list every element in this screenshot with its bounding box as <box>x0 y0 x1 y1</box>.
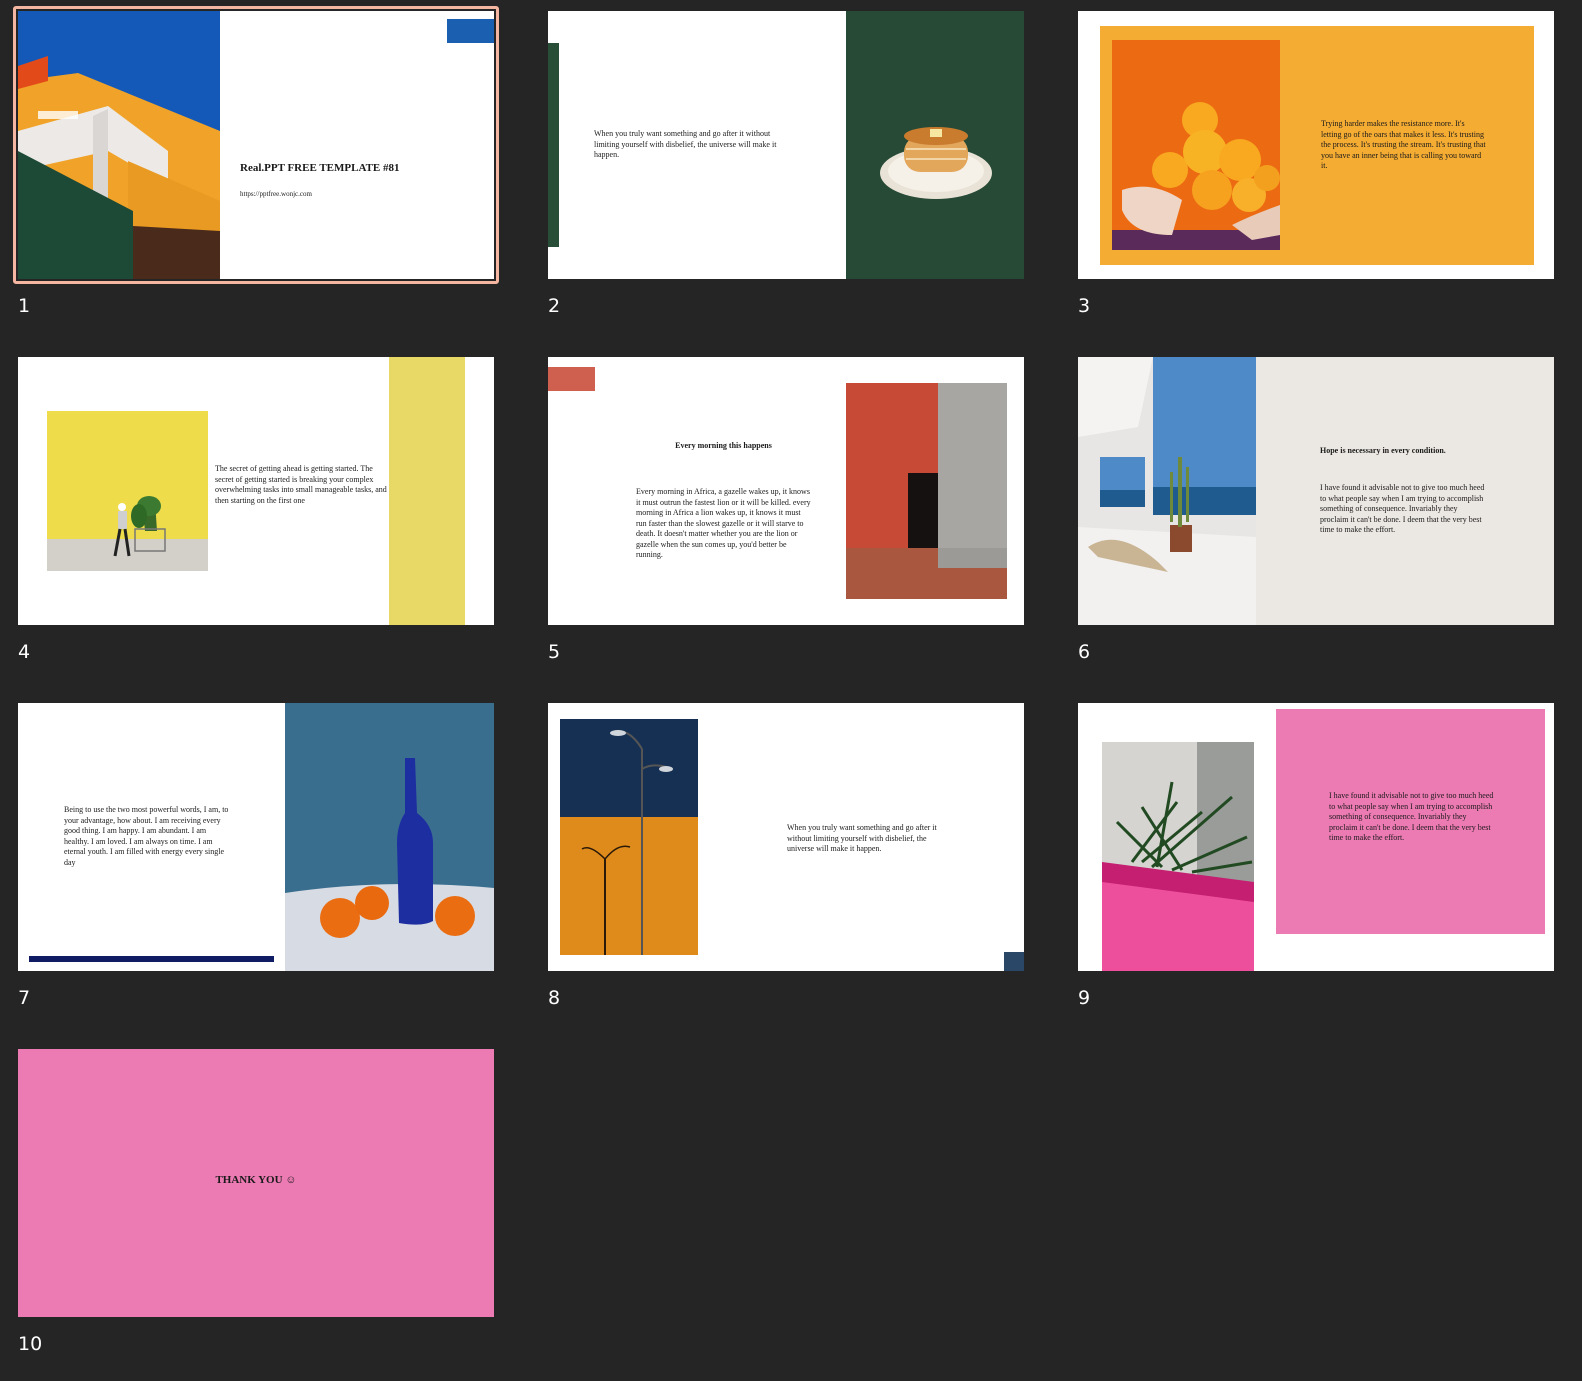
plant-photo <box>1102 742 1254 971</box>
slide-heading: Hope is necessary in every condition. <box>1320 446 1446 455</box>
slide-canvas: Hope is necessary in every condition. I … <box>1078 357 1554 625</box>
accent-bar <box>389 357 465 625</box>
accent-block <box>548 367 595 391</box>
slide-number: 6 <box>1078 641 1091 663</box>
slide-number: 5 <box>548 641 561 663</box>
accent-block <box>1004 952 1024 971</box>
slide-body: Every morning in Africa, a gazelle wakes… <box>636 487 811 559</box>
slide-canvas: The secret of getting ahead is getting s… <box>18 357 494 625</box>
slide-body: The secret of getting ahead is getting s… <box>215 464 387 505</box>
slide-body: When you truly want something and go aft… <box>594 129 777 159</box>
terrace-photo <box>1078 357 1256 625</box>
blue-bottle-photo <box>285 703 494 971</box>
oranges-photo <box>1112 40 1280 250</box>
slide-canvas: Real.PPT FREE TEMPLATE #81 https://pptfr… <box>18 11 494 279</box>
slide-url: https://pptfree.wonjc.com <box>240 190 312 198</box>
slide-canvas: Trying harder makes the resistance more.… <box>1078 11 1554 279</box>
slide-number: 1 <box>18 295 31 317</box>
slide-body: I have found it advisable not to give to… <box>1329 791 1494 842</box>
building-photo <box>18 11 220 279</box>
slide-canvas: I have found it advisable not to give to… <box>1078 703 1554 971</box>
slide-number: 2 <box>548 295 561 317</box>
slide-canvas: THANK YOU ☺ <box>18 1049 494 1317</box>
slide-number: 8 <box>548 987 561 1009</box>
slide-number: 10 <box>18 1333 43 1355</box>
slide-number: 3 <box>1078 295 1091 317</box>
slide-number: 9 <box>1078 987 1091 1009</box>
slide-title: Real.PPT FREE TEMPLATE #81 <box>240 162 400 174</box>
slide-body: Being to use the two most powerful words… <box>64 805 229 867</box>
slide-body: I have found it advisable not to give to… <box>1320 483 1485 534</box>
slide-number: 7 <box>18 987 31 1009</box>
slide-body: When you truly want something and go aft… <box>787 823 937 853</box>
street-lamp-photo <box>560 719 698 955</box>
accent-bar <box>29 956 274 962</box>
slide-canvas: When you truly want something and go aft… <box>548 11 1024 279</box>
yellow-wall-photo <box>47 411 208 571</box>
red-wall-photo <box>846 383 1007 599</box>
slide-canvas: Every morning this happens Every morning… <box>548 357 1024 625</box>
slide-canvas: When you truly want something and go aft… <box>548 703 1024 971</box>
pancake-photo <box>846 11 1024 279</box>
slide-number: 4 <box>18 641 31 663</box>
slide-canvas: Being to use the two most powerful words… <box>18 703 494 971</box>
accent-block <box>447 19 494 43</box>
slide-body: Trying harder makes the resistance more.… <box>1321 119 1486 170</box>
slide-title: THANK YOU ☺ <box>215 1174 297 1186</box>
accent-bar <box>548 43 559 247</box>
slide-heading: Every morning this happens <box>675 441 772 450</box>
